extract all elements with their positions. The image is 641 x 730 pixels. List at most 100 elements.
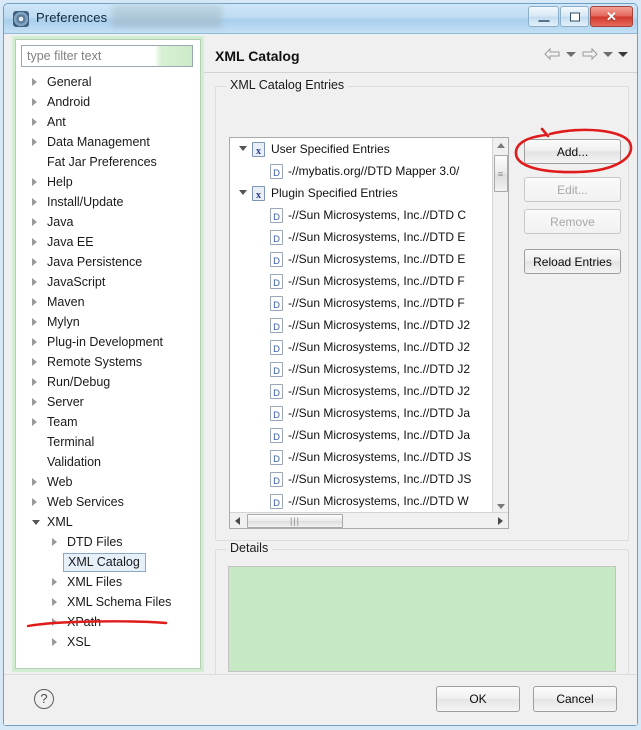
- sidebar-item-javascript[interactable]: JavaScript: [18, 272, 200, 292]
- forward-history-chevron-down-icon[interactable]: [603, 51, 613, 57]
- forward-arrow-icon[interactable]: [581, 47, 598, 61]
- dialog-footer: ? OK Cancel: [4, 674, 637, 725]
- sidebar-item-xml[interactable]: XML: [18, 512, 200, 532]
- tree-horizontal-scrollbar[interactable]: |||: [230, 512, 508, 528]
- chevron-right-icon: [32, 218, 37, 226]
- sidebar-item-xml-catalog[interactable]: XML Catalog: [18, 552, 200, 572]
- sidebar-item-mylyn[interactable]: Mylyn: [18, 312, 200, 332]
- chevron-down-icon: [239, 146, 247, 151]
- sidebar-item-xsl[interactable]: XSL: [18, 632, 200, 652]
- minimize-button[interactable]: [528, 6, 559, 27]
- tree-vertical-scrollbar[interactable]: ≡: [492, 138, 508, 514]
- back-history-chevron-down-icon[interactable]: [566, 51, 576, 57]
- sidebar-item-run-debug[interactable]: Run/Debug: [18, 372, 200, 392]
- sidebar-item-data-management[interactable]: Data Management: [18, 132, 200, 152]
- triangle-down-icon: [497, 504, 505, 509]
- sidebar-item-xml-schema-files[interactable]: XML Schema Files: [18, 592, 200, 612]
- sidebar-item-java-ee[interactable]: Java EE: [18, 232, 200, 252]
- grip-icon: ≡: [497, 168, 505, 179]
- sidebar-item-fat-jar-preferences[interactable]: Fat Jar Preferences: [18, 152, 200, 172]
- chevron-right-icon: [32, 358, 37, 366]
- sidebar-item-maven[interactable]: Maven: [18, 292, 200, 312]
- sidebar-item-ant[interactable]: Ant: [18, 112, 200, 132]
- chevron-right-icon: [32, 338, 37, 346]
- chevron-right-icon: [32, 258, 37, 266]
- dtd-document-icon: [270, 273, 283, 292]
- maximize-button[interactable]: [560, 6, 589, 27]
- close-icon: ✕: [606, 8, 617, 24]
- reload-entries-button[interactable]: Reload Entries: [524, 249, 621, 274]
- preferences-gear-icon: [13, 11, 29, 27]
- xml-catalog-icon: [252, 185, 265, 204]
- tree-row-item[interactable]: -//Sun Microsystems, Inc.//DTD Ja: [230, 424, 492, 446]
- sidebar-item-install-update[interactable]: Install/Update: [18, 192, 200, 212]
- chevron-right-icon: [52, 638, 57, 646]
- preference-tree[interactable]: General Android Ant Data Management Fat …: [18, 72, 200, 664]
- sidebar-item-terminal[interactable]: Terminal: [18, 432, 200, 452]
- add-button[interactable]: Add...: [524, 139, 621, 164]
- grip-icon: |||: [289, 516, 301, 526]
- sidebar-item-java-persistence[interactable]: Java Persistence: [18, 252, 200, 272]
- title-bar: Preferences ✕: [4, 4, 637, 34]
- sidebar-item-android[interactable]: Android: [18, 92, 200, 112]
- tree-row-item[interactable]: -//Sun Microsystems, Inc.//DTD F: [230, 292, 492, 314]
- sidebar-item-general[interactable]: General: [18, 72, 200, 92]
- sidebar-item-web[interactable]: Web: [18, 472, 200, 492]
- tree-row-item[interactable]: -//Sun Microsystems, Inc.//DTD C: [230, 204, 492, 226]
- dialog-body: General Android Ant Data Management Fat …: [4, 34, 637, 687]
- dtd-document-icon: [270, 405, 283, 424]
- sidebar-item-xpath[interactable]: XPath: [18, 612, 200, 632]
- tree-row-item[interactable]: -//Sun Microsystems, Inc.//DTD J2: [230, 314, 492, 336]
- ok-button[interactable]: OK: [436, 686, 520, 712]
- search-input[interactable]: [21, 45, 193, 67]
- close-button[interactable]: ✕: [590, 6, 633, 27]
- tree-row-group[interactable]: User Specified Entries: [230, 138, 492, 160]
- tree-row-item[interactable]: -//Sun Microsystems, Inc.//DTD E: [230, 248, 492, 270]
- chevron-right-icon: [52, 578, 57, 586]
- sidebar-item-dtd-files[interactable]: DTD Files: [18, 532, 200, 552]
- scroll-left-button[interactable]: [230, 513, 246, 528]
- details-text-area[interactable]: [228, 566, 616, 672]
- sidebar-item-remote-systems[interactable]: Remote Systems: [18, 352, 200, 372]
- dtd-document-icon: [270, 383, 283, 402]
- catalog-entries-tree[interactable]: User Specified Entries -//mybatis.org//D…: [229, 137, 509, 529]
- sidebar-item-help[interactable]: Help: [18, 172, 200, 192]
- tree-row-item[interactable]: -//Sun Microsystems, Inc.//DTD Ja: [230, 402, 492, 424]
- remove-button[interactable]: Remove: [524, 209, 621, 234]
- details-group: Details: [215, 541, 629, 687]
- sidebar-item-server[interactable]: Server: [18, 392, 200, 412]
- tree-row-item[interactable]: -//Sun Microsystems, Inc.//DTD E: [230, 226, 492, 248]
- chevron-down-icon: [32, 520, 40, 525]
- sidebar-item-team[interactable]: Team: [18, 412, 200, 432]
- tree-row-item[interactable]: -//Sun Microsystems, Inc.//DTD J2: [230, 380, 492, 402]
- group-legend: XML Catalog Entries: [226, 78, 349, 92]
- dtd-document-icon: [270, 251, 283, 270]
- sidebar-item-validation[interactable]: Validation: [18, 452, 200, 472]
- chevron-right-icon: [32, 278, 37, 286]
- vertical-scroll-thumb[interactable]: ≡: [494, 155, 508, 192]
- edit-button[interactable]: Edit...: [524, 177, 621, 202]
- dtd-document-icon: [270, 361, 283, 380]
- horizontal-scroll-thumb[interactable]: |||: [247, 514, 343, 528]
- tree-row-item[interactable]: -//Sun Microsystems, Inc.//DTD J2: [230, 336, 492, 358]
- sidebar-item-java[interactable]: Java: [18, 212, 200, 232]
- page-navigation-toolbar: [544, 47, 628, 61]
- sidebar-item-web-services[interactable]: Web Services: [18, 492, 200, 512]
- tree-row-item[interactable]: -//Sun Microsystems, Inc.//DTD JS: [230, 468, 492, 490]
- back-arrow-icon[interactable]: [544, 47, 561, 61]
- cancel-button[interactable]: Cancel: [533, 686, 617, 712]
- help-icon[interactable]: ?: [34, 689, 54, 709]
- tree-row-item[interactable]: -//Sun Microsystems, Inc.//DTD W: [230, 490, 492, 512]
- sidebar-item-plug-in-development[interactable]: Plug-in Development: [18, 332, 200, 352]
- sidebar-item-xml-files[interactable]: XML Files: [18, 572, 200, 592]
- tree-row-item[interactable]: -//Sun Microsystems, Inc.//DTD JS: [230, 446, 492, 468]
- preferences-dialog: Preferences ✕ General Android Ant Data M…: [3, 3, 638, 726]
- tree-row-group[interactable]: Plugin Specified Entries: [230, 182, 492, 204]
- scroll-up-button[interactable]: [493, 138, 508, 154]
- tree-row-item[interactable]: -//mybatis.org//DTD Mapper 3.0/: [230, 160, 492, 182]
- chevron-down-icon: [239, 190, 247, 195]
- tree-row-item[interactable]: -//Sun Microsystems, Inc.//DTD F: [230, 270, 492, 292]
- scroll-right-button[interactable]: [492, 513, 508, 528]
- view-menu-chevron-down-icon[interactable]: [618, 51, 628, 57]
- tree-row-item[interactable]: -//Sun Microsystems, Inc.//DTD J2: [230, 358, 492, 380]
